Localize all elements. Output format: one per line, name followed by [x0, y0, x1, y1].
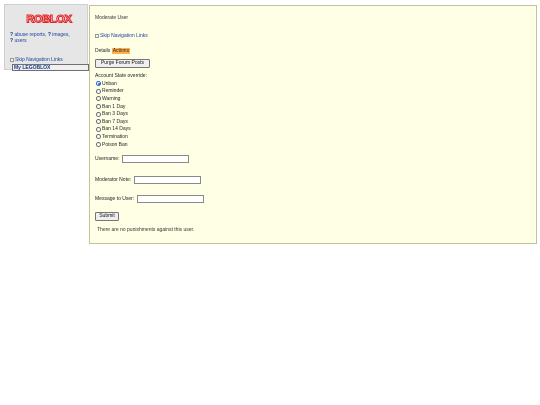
users-link[interactable]: users	[14, 38, 26, 44]
radio-option-termination[interactable]: Termination	[96, 133, 131, 141]
page-title: Moderate User	[95, 15, 129, 21]
username-row: Username:	[95, 155, 190, 163]
radio-label: Poison Ban	[102, 141, 128, 148]
help-icon: ?	[47, 32, 51, 38]
tab-bar: Details Actions	[95, 48, 131, 54]
no-punishments-message: There are no punishments against this us…	[97, 227, 195, 233]
moderate-user-panel: Moderate User Skip Navigation Links Deta…	[89, 5, 537, 244]
radio-label: Unban	[102, 80, 117, 87]
radio-label: Ban 14 Days	[102, 126, 131, 133]
tab-actions[interactable]: Actions	[111, 48, 131, 54]
broken-image-icon	[95, 34, 99, 38]
purge-forum-posts-button[interactable]: Purge Forum Posts	[95, 59, 150, 68]
moderator-note-row: Moderator Note:	[95, 176, 202, 184]
tab-details[interactable]: Details	[95, 48, 110, 54]
logo-text: ROBLOX	[26, 14, 72, 26]
radio-button[interactable]	[96, 81, 101, 87]
submit-button[interactable]: Submit	[95, 212, 119, 221]
moderator-note-input[interactable]	[134, 176, 202, 184]
radio-option-warning[interactable]: Warning	[96, 95, 131, 103]
account-state-radio-group: Unban Reminder Warning Ban 1 Day Ban 3 D…	[96, 80, 131, 148]
skip-navigation-link[interactable]: Skip Navigation Links	[95, 33, 148, 39]
broken-image-icon	[10, 58, 14, 62]
radio-button[interactable]	[96, 88, 101, 94]
radio-label: Ban 3 Days	[102, 111, 128, 118]
radio-option-ban-14-days[interactable]: Ban 14 Days	[96, 126, 131, 134]
username-label: Username:	[95, 156, 120, 162]
radio-label: Ban 1 Day	[102, 103, 126, 110]
radio-label: Warning	[102, 95, 121, 102]
radio-button[interactable]	[96, 119, 101, 125]
radio-button[interactable]	[96, 126, 101, 132]
skip-navigation-link[interactable]: Skip Navigation Links	[10, 57, 63, 63]
message-to-user-row: Message to User:	[95, 195, 205, 203]
radio-button[interactable]	[96, 96, 101, 102]
skip-navigation-text: Skip Navigation Links	[15, 57, 63, 63]
radio-button[interactable]	[96, 142, 101, 148]
radio-option-reminder[interactable]: Reminder	[96, 88, 131, 96]
radio-option-unban[interactable]: Unban	[96, 80, 131, 88]
message-to-user-label: Message to User:	[95, 196, 135, 202]
admin-links: ? abuse reports, ? images, ? users	[10, 32, 70, 44]
radio-option-ban-1-day[interactable]: Ban 1 Day	[96, 103, 131, 111]
sidebar: ROBLOX ? abuse reports, ? images, ? user…	[4, 4, 89, 71]
roblox-logo[interactable]: ROBLOX	[23, 12, 75, 25]
radio-label: Reminder	[102, 88, 124, 95]
images-link[interactable]: images	[52, 32, 68, 38]
radio-button[interactable]	[96, 134, 101, 140]
radio-option-poison-ban[interactable]: Poison Ban	[96, 141, 131, 149]
radio-label: Termination	[102, 133, 128, 140]
radio-option-ban-3-days[interactable]: Ban 3 Days	[96, 110, 131, 118]
radio-label: Ban 7 Days	[102, 118, 128, 125]
account-state-label: Account State override:	[95, 73, 147, 79]
radio-button[interactable]	[96, 111, 101, 117]
link-separator: ,	[68, 32, 70, 38]
link-separator: ,	[45, 32, 47, 38]
help-icon: ?	[10, 37, 14, 44]
message-to-user-input[interactable]	[137, 195, 205, 203]
my-legoblox-menu-item[interactable]: My LEGOBLOX	[12, 64, 89, 71]
moderator-note-label: Moderator Note:	[95, 177, 132, 183]
radio-option-ban-7-days[interactable]: Ban 7 Days	[96, 118, 131, 126]
username-input[interactable]	[122, 155, 190, 163]
skip-navigation-text: Skip Navigation Links	[100, 33, 148, 39]
radio-button[interactable]	[96, 104, 101, 110]
